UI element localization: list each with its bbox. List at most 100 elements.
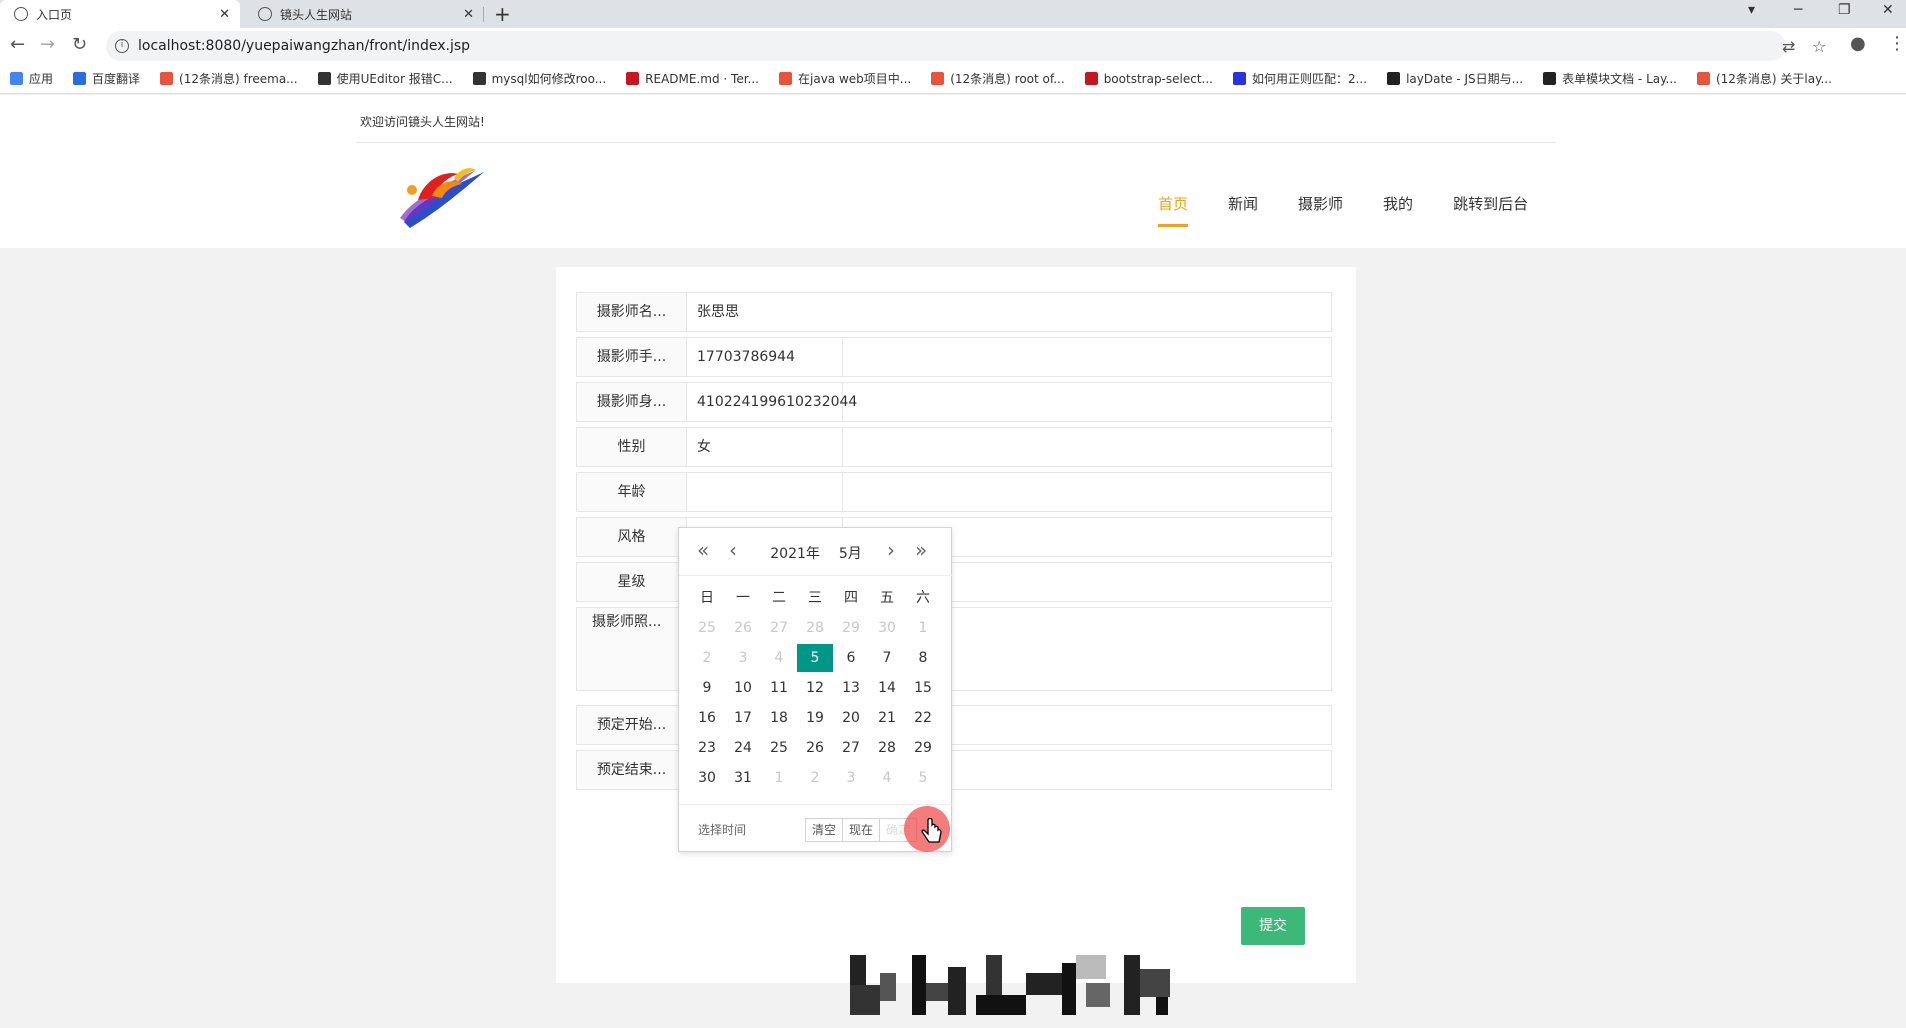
address-bar[interactable]: i localhost:8080/yuepaiwangzhan/front/in…	[106, 31, 1826, 61]
calendar-day[interactable]: 11	[761, 674, 797, 702]
translate-icon[interactable]: ⇄	[1782, 37, 1795, 56]
bookmark-item[interactable]: layDate - JS日期与...	[1387, 70, 1523, 87]
tab-search-icon[interactable]: ▾	[1748, 0, 1755, 22]
nav-item-3[interactable]: 我的	[1383, 193, 1413, 227]
calendar-day[interactable]: 12	[797, 674, 833, 702]
calendar-day[interactable]: 21	[869, 704, 905, 732]
calendar-day[interactable]: 30	[689, 764, 725, 792]
calendar-day[interactable]: 17	[725, 704, 761, 732]
form-label: 摄影师手...	[577, 338, 687, 376]
minimize-icon[interactable]: ─	[1794, 0, 1802, 22]
month-label[interactable]: 5月	[839, 546, 862, 562]
bookmark-label: 使用UEditor 报错C...	[336, 72, 453, 86]
form-label: 年龄	[577, 473, 687, 511]
calendar-day[interactable]: 31	[725, 764, 761, 792]
now-button[interactable]: 现在	[842, 818, 880, 842]
year-label[interactable]: 2021年	[770, 546, 820, 562]
calendar-day[interactable]: 14	[869, 674, 905, 702]
reload-icon[interactable]: ↻	[72, 35, 87, 55]
form-input[interactable]: 410224199610232044	[687, 383, 857, 421]
weekday-header: 五	[880, 590, 894, 606]
bookmark-item[interactable]: 使用UEditor 报错C...	[317, 70, 453, 87]
next-month-icon[interactable]: ›	[887, 540, 895, 560]
calendar-day[interactable]: 27	[833, 734, 869, 762]
close-icon[interactable]: ✕	[219, 7, 230, 22]
nav-item-0[interactable]: 首页	[1158, 193, 1189, 227]
menu-icon[interactable]: ⋮	[1888, 34, 1906, 54]
tab-title: 入口页	[36, 7, 73, 22]
calendar-day[interactable]: 26	[797, 734, 833, 762]
bookmark-item[interactable]: README.md · Ter...	[626, 72, 759, 86]
calendar-day[interactable]: 18	[761, 704, 797, 732]
calendar-day: 5	[918, 770, 928, 786]
form-input[interactable]	[687, 473, 843, 511]
bookmark-item[interactable]: 百度翻译	[73, 70, 140, 87]
form-row-3: 性别女	[576, 427, 1332, 467]
globe-icon	[14, 7, 28, 21]
calendar-day[interactable]: 28	[869, 734, 905, 762]
calendar-day[interactable]: 23	[689, 734, 725, 762]
calendar-day[interactable]: 10	[725, 674, 761, 702]
back-icon[interactable]: ←	[10, 35, 25, 55]
profile-icon[interactable]: ●	[1850, 34, 1866, 54]
bookmark-item[interactable]: mysql如何修改roo...	[472, 70, 606, 87]
nav-item-2[interactable]: 摄影师	[1298, 193, 1343, 227]
calendar-day: 28	[806, 620, 824, 636]
next-year-icon[interactable]: »	[915, 540, 927, 560]
bookmark-icon	[1696, 72, 1710, 85]
bookmark-icon	[160, 72, 174, 85]
calendar-day[interactable]: 24	[725, 734, 761, 762]
calendar-day[interactable]: 20	[833, 704, 869, 732]
form-input[interactable]: 17703786944	[687, 338, 843, 376]
calendar-day: 29	[842, 620, 860, 636]
calendar-day: 25	[698, 620, 716, 636]
date-picker: « ‹ 2021年 5月 › » 日一二三四五六 25 26 27 28 29 30 1 2 3 4…	[678, 527, 953, 852]
calendar-day[interactable]: 9	[689, 674, 725, 702]
calendar-day[interactable]: 22	[905, 704, 941, 732]
calendar-day[interactable]: 16	[689, 704, 725, 732]
tab-site[interactable]: 镜头人生网站 ✕	[244, 0, 484, 28]
calendar-day[interactable]: 29	[905, 734, 941, 762]
tab-title: 镜头人生网站	[280, 7, 353, 22]
bookmark-label: (12条消息) root of...	[950, 72, 1065, 86]
calendar-day[interactable]: 15	[905, 674, 941, 702]
bookmark-icon	[472, 72, 486, 85]
clear-button[interactable]: 清空	[805, 818, 843, 842]
nav-item-4[interactable]: 跳转到后台	[1453, 193, 1528, 227]
bookmark-item[interactable]: 应用	[10, 70, 53, 87]
bookmark-item[interactable]: 表单模块文档 - Lay...	[1543, 70, 1677, 87]
calendar-day[interactable]: 25	[761, 734, 797, 762]
close-icon[interactable]: ✕	[463, 7, 474, 22]
close-window-icon[interactable]: ✕	[1882, 0, 1894, 22]
calendar-day[interactable]: 5	[797, 644, 833, 672]
choose-time-link[interactable]: 选择时间	[698, 821, 746, 838]
weekday-header: 日	[700, 590, 714, 606]
info-icon[interactable]: i	[115, 39, 129, 53]
star-icon[interactable]: ☆	[1812, 37, 1826, 56]
form-input[interactable]: 女	[687, 428, 843, 466]
tab-entry-page[interactable]: 入口页 ✕	[0, 0, 240, 28]
form-label: 风格	[577, 518, 687, 556]
calendar-day[interactable]: 13	[833, 674, 869, 702]
submit-button[interactable]: 提交	[1241, 907, 1305, 945]
calendar-day[interactable]: 6	[833, 644, 869, 672]
browser-tabbar: 入口页 ✕ 镜头人生网站 ✕ + ▾ ─ ❐ ✕	[0, 0, 1906, 28]
bookmark-item[interactable]: (12条消息) freema...	[160, 70, 298, 87]
calendar-day: 26	[734, 620, 752, 636]
form-input[interactable]: 张思思	[687, 293, 1219, 331]
bookmark-label: 在java web项目中...	[798, 72, 912, 86]
nav-item-1[interactable]: 新闻	[1228, 193, 1258, 227]
bookmark-item[interactable]: (12条消息) 关于lay...	[1696, 70, 1832, 87]
calendar-day[interactable]: 7	[869, 644, 905, 672]
calendar-day[interactable]: 8	[905, 644, 941, 672]
calendar-day[interactable]: 19	[797, 704, 833, 732]
forward-icon[interactable]: →	[40, 35, 55, 55]
bookmark-item[interactable]: (12条消息) root of...	[931, 70, 1065, 87]
restore-icon[interactable]: ❐	[1838, 0, 1851, 22]
bookmark-item[interactable]: 如何用正则匹配：2...	[1232, 70, 1368, 87]
bookmark-item[interactable]: 在java web项目中...	[779, 70, 911, 87]
bookmark-icon	[1543, 72, 1557, 85]
bookmark-label: 如何用正则匹配：2...	[1251, 72, 1368, 86]
new-tab-button[interactable]: +	[494, 1, 511, 27]
bookmark-item[interactable]: bootstrap-select...	[1084, 72, 1213, 86]
